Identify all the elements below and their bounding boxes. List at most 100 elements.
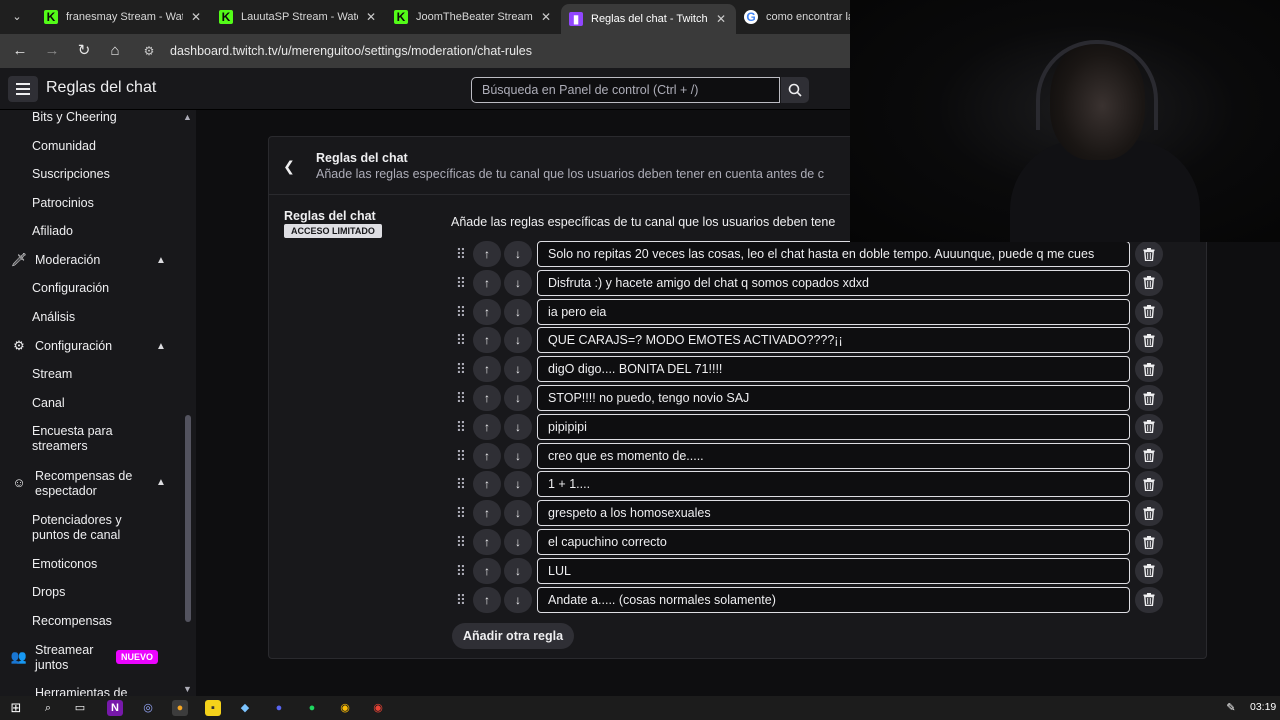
sidebar-item-suscripciones[interactable]: Suscripciones [32, 167, 110, 182]
move-down-button[interactable]: ↓ [504, 241, 532, 267]
back-chevron-icon[interactable]: ❮ [279, 156, 299, 176]
rule-input[interactable]: ia pero eia [537, 298, 1130, 325]
sidebar-item-canal[interactable]: Canal [32, 396, 65, 411]
tab-list-dropdown-icon[interactable]: ⌄ [8, 9, 26, 25]
close-icon[interactable]: ✕ [714, 12, 728, 26]
reload-icon[interactable]: ↻ [74, 41, 94, 61]
drag-handle-icon[interactable]: ⠿ [452, 500, 468, 526]
delete-button[interactable] [1135, 500, 1163, 527]
spotify-icon[interactable]: ● [304, 700, 320, 716]
browser-tab[interactable]: K JoomTheBeater Stream ✕ [386, 4, 561, 30]
rule-input[interactable]: pipipipi [537, 413, 1130, 440]
discord-icon[interactable]: ● [271, 700, 287, 716]
rule-input[interactable]: Solo no repitas 20 veces las cosas, leo … [537, 241, 1130, 267]
rule-input[interactable]: STOP!!!! no puedo, tengo novio SAJ [537, 385, 1130, 411]
move-down-button[interactable]: ↓ [504, 327, 532, 354]
sidebar-item-emoticonos[interactable]: Emoticonos [32, 557, 97, 572]
drag-handle-icon[interactable]: ⠿ [452, 356, 468, 382]
delete-button[interactable] [1135, 269, 1163, 296]
chrome-icon[interactable]: ◉ [337, 700, 353, 716]
move-down-button[interactable]: ↓ [504, 500, 532, 527]
drag-handle-icon[interactable]: ⠿ [452, 443, 468, 469]
move-up-button[interactable]: ↑ [473, 298, 501, 325]
move-up-button[interactable]: ↑ [473, 327, 501, 354]
move-up-button[interactable]: ↑ [473, 385, 501, 411]
delete-button[interactable] [1135, 241, 1163, 267]
move-down-button[interactable]: ↓ [504, 529, 532, 555]
sidebar-scrollbar[interactable] [185, 415, 191, 622]
sidebar-item-comunidad[interactable]: Comunidad [32, 139, 96, 154]
delete-button[interactable] [1135, 442, 1163, 469]
sidebar-item-potenciadores[interactable]: Potenciadores y puntos de canal [32, 513, 122, 543]
move-up-button[interactable]: ↑ [473, 500, 501, 527]
delete-button[interactable] [1135, 557, 1163, 584]
rule-input[interactable]: QUE CARAJS=? MODO EMOTES ACTIVADO????¡¡ [537, 327, 1130, 354]
drag-handle-icon[interactable]: ⠿ [452, 587, 468, 613]
drag-handle-icon[interactable]: ⠿ [452, 327, 468, 353]
drag-handle-icon[interactable]: ⠿ [452, 241, 468, 267]
move-down-button[interactable]: ↓ [504, 442, 532, 469]
move-up-button[interactable]: ↑ [473, 586, 501, 613]
app-icon[interactable]: ◎ [140, 700, 156, 716]
rule-input[interactable]: grespeto a los homosexuales [537, 500, 1130, 527]
sidebar-section-configuracion[interactable]: ⚙ Configuración ▲ [10, 338, 190, 354]
rule-input[interactable]: Andate a..... (cosas normales solamente) [537, 586, 1130, 613]
sidebar-item-encuesta[interactable]: Encuesta para streamers [32, 424, 113, 454]
move-down-button[interactable]: ↓ [504, 557, 532, 584]
move-up-button[interactable]: ↑ [473, 529, 501, 555]
move-down-button[interactable]: ↓ [504, 269, 532, 296]
move-down-button[interactable]: ↓ [504, 385, 532, 411]
rule-input[interactable]: creo que es momento de..... [537, 442, 1130, 469]
move-down-button[interactable]: ↓ [504, 413, 532, 440]
sidebar-section-moderacion[interactable]: 🗡 Moderación ▲ [10, 252, 190, 268]
rule-input[interactable]: el capuchino correcto [537, 529, 1130, 555]
pen-icon[interactable]: ✎ [1223, 700, 1239, 716]
move-up-button[interactable]: ↑ [473, 269, 501, 296]
move-down-button[interactable]: ↓ [504, 586, 532, 613]
delete-button[interactable] [1135, 298, 1163, 325]
file-explorer-icon[interactable]: ▪ [205, 700, 221, 716]
search-input[interactable]: Búsqueda en Panel de control (Ctrl + /) [471, 77, 780, 103]
delete-button[interactable] [1135, 529, 1163, 555]
drag-handle-icon[interactable]: ⠿ [452, 414, 468, 440]
forward-arrow-icon[interactable]: → [42, 41, 62, 61]
drag-handle-icon[interactable]: ⠿ [452, 558, 468, 584]
steam-icon[interactable]: ◆ [237, 700, 253, 716]
home-icon[interactable]: ⌂ [105, 41, 125, 61]
delete-button[interactable] [1135, 586, 1163, 613]
add-rule-button[interactable]: Añadir otra regla [452, 623, 575, 650]
sidebar-section-streamear-juntos[interactable]: 👥 Streamear juntos [10, 643, 110, 673]
drag-handle-icon[interactable]: ⠿ [452, 385, 468, 411]
scroll-up-icon[interactable]: ▲ [183, 112, 192, 122]
move-down-button[interactable]: ↓ [504, 471, 532, 498]
delete-button[interactable] [1135, 356, 1163, 383]
drag-handle-icon[interactable]: ⠿ [452, 471, 468, 497]
close-icon[interactable]: ✕ [539, 10, 553, 24]
menu-icon[interactable] [8, 76, 38, 102]
rule-input[interactable]: 1 + 1.... [537, 471, 1130, 498]
scroll-down-icon[interactable]: ▼ [183, 684, 192, 694]
move-up-button[interactable]: ↑ [473, 471, 501, 498]
browser-tab[interactable]: K LauutaSP Stream - Watc ✕ [211, 4, 386, 30]
move-up-button[interactable]: ↑ [473, 241, 501, 267]
sidebar-item-analisis[interactable]: Análisis [32, 310, 75, 325]
sidebar-item-configuracion-moderacion[interactable]: Configuración [32, 281, 109, 296]
browser-tab-active[interactable]: ▮ Reglas del chat - Twitch ✕ [561, 4, 736, 34]
browser-tab[interactable]: K franesmay Stream - Wat ✕ [36, 4, 211, 30]
rule-input[interactable]: digO digo.... BONITA DEL 71!!!! [537, 356, 1130, 383]
address-bar[interactable]: ⚙ dashboard.twitch.tv/u/merenguitoo/sett… [140, 39, 860, 63]
site-info-icon[interactable]: ⚙ [140, 44, 158, 58]
move-up-button[interactable]: ↑ [473, 442, 501, 469]
chrome-icon[interactable]: ◉ [370, 700, 386, 716]
sidebar-item-drops[interactable]: Drops [32, 585, 65, 600]
close-icon[interactable]: ✕ [364, 10, 378, 24]
rule-input[interactable]: Disfruta :) y hacete amigo del chat q so… [537, 269, 1130, 296]
search-button[interactable] [781, 77, 809, 103]
sidebar-item-afiliado[interactable]: Afiliado [32, 224, 73, 239]
drag-handle-icon[interactable]: ⠿ [452, 299, 468, 325]
onenote-icon[interactable]: N [107, 700, 123, 716]
sidebar-item-stream[interactable]: Stream [32, 367, 72, 382]
sidebar-item-recompensas[interactable]: Recompensas [32, 614, 112, 629]
move-up-button[interactable]: ↑ [473, 356, 501, 383]
sidebar-section-recompensas[interactable]: ☺ Recompensas de espectador ▲ [10, 469, 190, 499]
